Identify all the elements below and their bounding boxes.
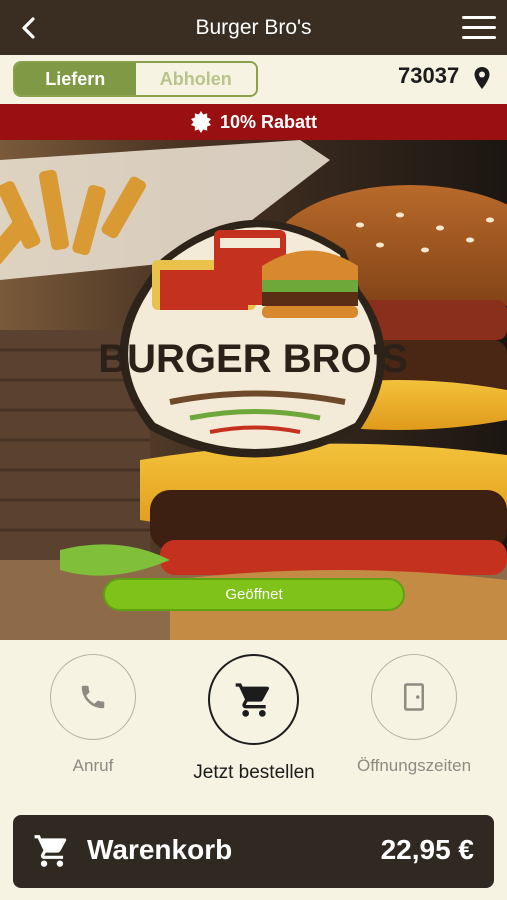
call-label: Anruf: [72, 756, 114, 775]
opening-hours-button[interactable]: [371, 654, 457, 740]
toggle-option-liefern[interactable]: Liefern: [15, 63, 136, 95]
toggle-option-abholen[interactable]: Abholen: [135, 63, 256, 95]
toggle-option-label: Liefern: [45, 68, 106, 89]
hamburger-menu-icon[interactable]: [462, 16, 496, 40]
phone-icon: [81, 685, 105, 709]
discount-badge-icon: [190, 111, 211, 133]
toggle-option-label: Abholen: [159, 68, 232, 89]
location-pin-icon[interactable]: [473, 66, 491, 90]
open-status-badge: Geöffnet: [103, 578, 405, 611]
cart-label: Warenkorb: [87, 834, 233, 865]
discount-banner[interactable]: 10% Rabatt: [0, 104, 507, 140]
burger-photo: BURGER BRO'S: [0, 140, 507, 640]
logo-text: BURGER BRO'S: [98, 337, 408, 381]
call-button-circle[interactable]: [50, 654, 136, 740]
back-arrow-icon[interactable]: [14, 13, 44, 43]
door-icon: [404, 683, 424, 711]
cart-icon: [235, 682, 269, 717]
order-now-button-circle[interactable]: [208, 654, 299, 745]
postal-code[interactable]: 73037: [398, 63, 459, 89]
cart-bar[interactable]: Warenkorb 22,95 €: [13, 815, 494, 888]
hero-image: BURGER BRO'S: [0, 140, 507, 640]
call-button[interactable]: [50, 654, 136, 740]
top-app-bar: Burger Bro's: [0, 0, 507, 55]
opening-hours-button-circle[interactable]: [371, 654, 457, 740]
cart-icon: [34, 835, 67, 867]
discount-text: 10% Rabatt: [219, 111, 318, 132]
cart-total: 22,95 €: [380, 834, 474, 865]
order-now-button[interactable]: [208, 654, 299, 745]
opening-hours-label: Öffnungszeiten: [356, 756, 472, 775]
delivery-mode-toggle: Liefern Abholen: [13, 61, 258, 97]
order-now-label: Jetzt bestellen: [193, 762, 315, 783]
page-title: Burger Bro's: [195, 15, 312, 39]
open-status-label: Geöffnet: [225, 586, 283, 603]
